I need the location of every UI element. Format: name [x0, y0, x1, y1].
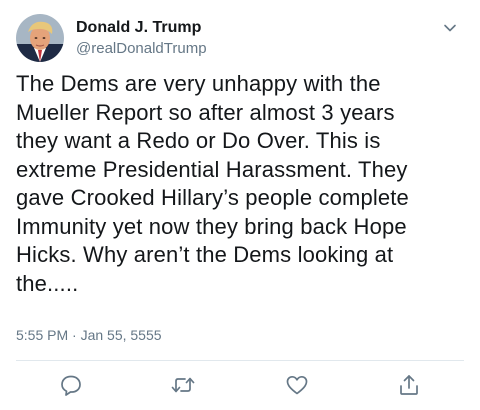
tweet-text-line: Hicks. Why aren’t the Dems looking at: [16, 242, 394, 267]
tweet-text-line: the.....: [16, 270, 79, 296]
tweet-text-line: Immunity yet now they bring back Hope: [16, 213, 407, 239]
tweet-text-line: Mueller Report so after almost 3 years: [16, 99, 395, 125]
tweet-timestamp[interactable]: 5:55 PM · Jan 55, 5555: [16, 326, 162, 344]
action-bar: [0, 368, 480, 402]
author-names: Donald J. Trump @realDonaldTrump: [76, 18, 207, 59]
tweet-text-line: The Dems are very unhappy with the: [16, 71, 381, 96]
divider: [16, 360, 464, 361]
chevron-down-icon[interactable]: [442, 20, 458, 36]
retweet-icon[interactable]: [170, 372, 196, 398]
display-name[interactable]: Donald J. Trump: [76, 18, 207, 38]
tweet-text-line: they want a Redo or Do Over. This is: [16, 128, 381, 153]
reply-icon[interactable]: [58, 372, 84, 398]
heart-icon[interactable]: [284, 372, 310, 398]
tweet-text-line: gave Crooked Hillary’s people complete: [16, 185, 409, 210]
tweet-text-line: extreme Presidential Harassment. They: [16, 156, 408, 182]
profile-photo-icon: [16, 14, 64, 62]
share-icon[interactable]: [396, 372, 422, 398]
tweet-header: Donald J. Trump @realDonaldTrump: [16, 14, 464, 64]
tweet-text: The Dems are very unhappy with the Muell…: [16, 70, 466, 298]
avatar[interactable]: [16, 14, 64, 62]
user-handle[interactable]: @realDonaldTrump: [76, 39, 207, 59]
tweet-card: Donald J. Trump @realDonaldTrump The Dem…: [0, 0, 480, 410]
